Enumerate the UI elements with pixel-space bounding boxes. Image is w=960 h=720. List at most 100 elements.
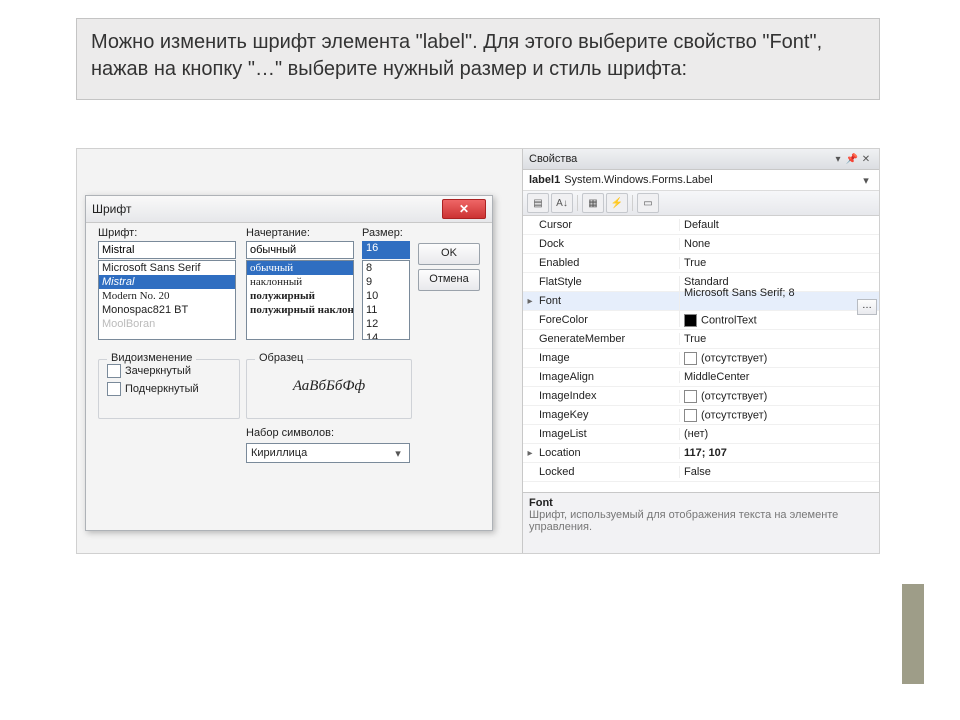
list-item[interactable]: 12 [363,317,409,331]
properties-panel: Свойства ▾ 📌 ✕ label1 System.Windows.For… [522,149,879,553]
checkbox-icon [107,382,121,396]
property-name: ImageList [537,428,679,440]
property-row[interactable]: Image(отсутствует) [523,349,879,368]
categorized-icon[interactable]: ▤ [527,193,549,213]
property-row[interactable]: GenerateMemberTrue [523,330,879,349]
expand-icon[interactable]: ▸ [523,296,537,307]
property-value[interactable]: (отсутствует) [679,352,879,365]
list-item[interactable]: 10 [363,289,409,303]
list-item[interactable]: обычный [247,261,353,275]
close-icon[interactable]: ✕ [859,154,873,165]
property-value[interactable]: MiddleCenter [679,371,879,383]
list-item[interactable]: Monospac821 BT [99,303,235,317]
font-dialog-title: Шрифт [92,202,131,216]
property-value[interactable]: ControlText [679,314,879,327]
property-name: ForeColor [537,314,679,326]
close-icon[interactable]: ✕ [442,199,486,219]
charset-dropdown[interactable]: Кириллица ▾ [246,443,410,463]
property-value[interactable]: Default [679,219,879,231]
list-item[interactable]: Microsoft Sans Serif [99,261,235,275]
font-style-input[interactable] [246,241,354,259]
list-item[interactable]: наклонный [247,275,353,289]
properties-icon[interactable]: ▦ [582,193,604,213]
property-value[interactable]: (отсутствует) [679,409,879,422]
property-row[interactable]: CursorDefault [523,216,879,235]
property-row[interactable]: DockNone [523,235,879,254]
properties-description: Font Шрифт, используемый для отображения… [523,492,879,553]
strikeout-checkbox[interactable]: Зачеркнутый [107,364,239,378]
list-item[interactable]: MoolBoran [99,317,235,331]
property-name: ImageKey [537,409,679,421]
property-pages-icon[interactable]: ▭ [637,193,659,213]
property-value[interactable]: (нет) [679,428,879,440]
properties-title: Свойства [529,153,577,165]
property-name: ImageAlign [537,371,679,383]
font-name-list[interactable]: Microsoft Sans Serif Mistral Modern No. … [98,260,236,340]
property-value[interactable]: 117; 107 [679,447,879,459]
property-name: Dock [537,238,679,250]
properties-grid[interactable]: CursorDefaultDockNoneEnabledTrueFlatStyl… [523,216,879,492]
property-name: Image [537,352,679,364]
property-name: FlatStyle [537,276,679,288]
list-item[interactable]: Mistral [99,275,235,289]
decorative-bar [902,584,924,684]
sample-group: Образец АаВбБбФф [246,359,412,419]
list-item[interactable]: Modern No. 20 [99,289,235,303]
property-row[interactable]: ImageKey(отсутствует) [523,406,879,425]
property-name: Enabled [537,257,679,269]
font-name-input[interactable] [98,241,236,259]
font-style-list[interactable]: обычный наклонный полужирный полужирный … [246,260,354,340]
property-row[interactable]: EnabledTrue [523,254,879,273]
list-item[interactable]: 14 [363,331,409,340]
expand-icon[interactable]: ▸ [523,448,537,459]
properties-panel-titlebar[interactable]: Свойства ▾ 📌 ✕ [523,149,879,170]
list-item[interactable]: 9 [363,275,409,289]
property-row[interactable]: ▸FontMicrosoft Sans Serif; 8… [523,292,879,311]
font-style-label: Начертание: [246,227,354,239]
events-icon[interactable]: ⚡ [606,193,628,213]
property-row[interactable]: ImageAlignMiddleCenter [523,368,879,387]
list-item[interactable]: полужирный наклонный [247,303,353,317]
underline-checkbox[interactable]: Подчеркнутый [107,382,239,396]
instruction-text: Можно изменить шрифт элемента "label". Д… [91,31,822,80]
description-title: Font [529,497,873,509]
properties-object-selector[interactable]: label1 System.Windows.Forms.Label ▾ [523,170,879,191]
property-name: Font [537,295,679,307]
pin-icon[interactable]: 📌 [845,154,859,165]
font-size-input[interactable]: 16 [362,241,410,259]
property-name: GenerateMember [537,333,679,345]
chevron-down-icon[interactable]: ▾ [831,154,845,165]
property-row[interactable]: LockedFalse [523,463,879,482]
property-value[interactable]: False [679,466,879,478]
instruction-banner: Можно изменить шрифт элемента "label". Д… [76,18,880,100]
property-name: ImageIndex [537,390,679,402]
checkbox-icon [107,364,121,378]
ok-button[interactable]: OK [418,243,480,265]
sort-az-icon[interactable]: A↓ [551,193,573,213]
font-size-list[interactable]: 8 9 10 11 12 14 16 [362,260,410,340]
property-value[interactable]: (отсутствует) [679,390,879,403]
font-label: Шрифт: [98,227,236,239]
font-dialog-titlebar[interactable]: Шрифт ✕ [86,196,492,223]
chevron-down-icon: ▾ [859,174,873,187]
description-text: Шрифт, используемый для отображения текс… [529,509,873,533]
font-size-label: Размер: [362,227,410,239]
property-row[interactable]: ImageList(нет) [523,425,879,444]
property-value[interactable]: None [679,238,879,250]
list-item[interactable]: полужирный [247,289,353,303]
screenshot-composite: Шрифт ✕ Шрифт: Microsoft Sans Serif Mist… [76,148,880,554]
property-value[interactable]: True [679,257,879,269]
property-name: Locked [537,466,679,478]
charset-label: Набор символов: [246,427,334,439]
sample-legend: Образец [255,352,307,364]
property-value[interactable]: True [679,333,879,345]
cancel-button[interactable]: Отмена [418,269,480,291]
list-item[interactable]: 8 [363,261,409,275]
property-row[interactable]: ForeColorControlText [523,311,879,330]
properties-toolbar: ▤ A↓ ▦ ⚡ ▭ [523,191,879,216]
list-item[interactable]: 11 [363,303,409,317]
property-value[interactable]: Microsoft Sans Serif; 8… [679,287,879,315]
property-name: Cursor [537,219,679,231]
property-row[interactable]: ImageIndex(отсутствует) [523,387,879,406]
property-row[interactable]: ▸Location117; 107 [523,444,879,463]
